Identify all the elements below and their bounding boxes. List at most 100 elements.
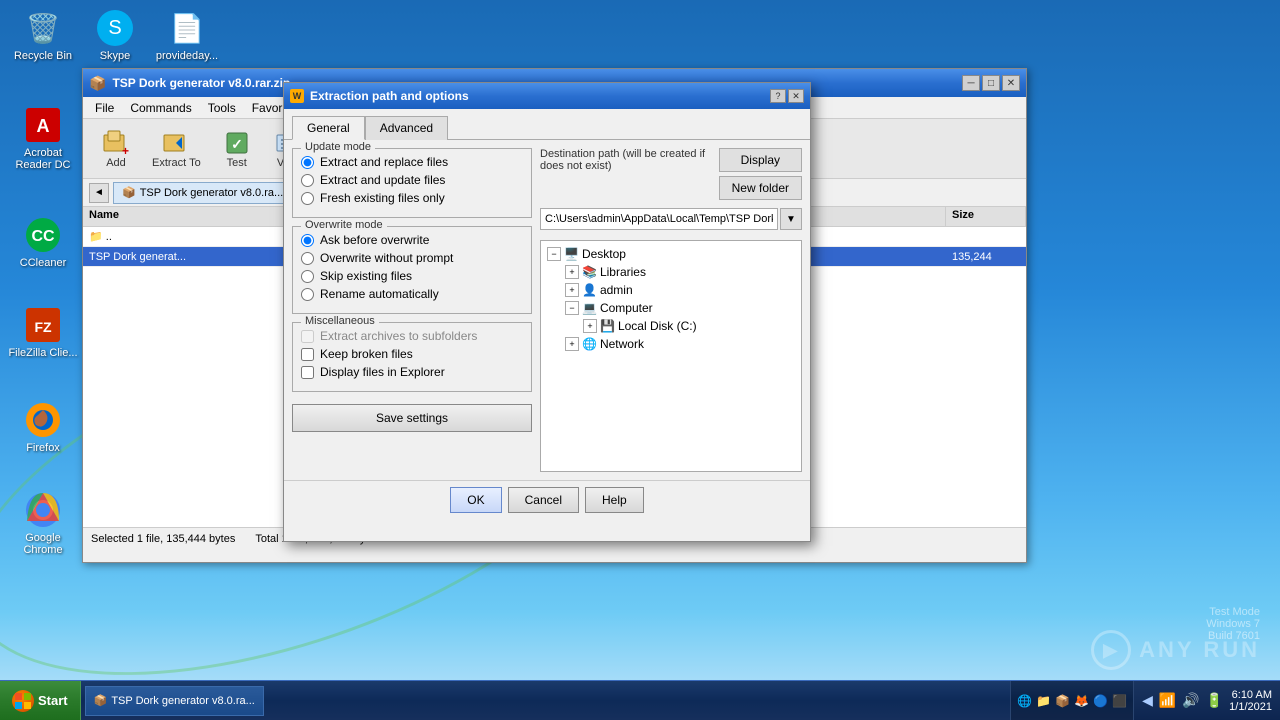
dialog-titlebar: W Extraction path and options ? ✕: [284, 83, 810, 109]
radio-skip-existing[interactable]: Skip existing files: [301, 269, 523, 283]
winrar-restore-button[interactable]: □: [982, 75, 1000, 91]
tree-item-network[interactable]: + 🌐 Network: [563, 335, 797, 353]
tray-battery-icon[interactable]: 🔋: [1206, 692, 1223, 709]
taskbar-cmd-icon[interactable]: ⬛: [1112, 694, 1127, 708]
tree-item-libraries[interactable]: + 📚 Libraries: [563, 263, 797, 281]
desktop-icon-provider[interactable]: 📄 provideday...: [152, 8, 222, 62]
radio-ask-before-label: Ask before overwrite: [320, 233, 429, 247]
skype-icon: S: [95, 8, 135, 48]
radio-fresh-only[interactable]: Fresh existing files only: [301, 191, 523, 205]
admin-expand[interactable]: +: [565, 283, 579, 297]
desktop-icon-chrome[interactable]: Google Chrome: [8, 490, 78, 556]
local-disk-label: Local Disk (C:): [618, 319, 697, 333]
tab-advanced[interactable]: Advanced: [365, 116, 448, 140]
tree-item-computer[interactable]: − 💻 Computer: [563, 299, 797, 317]
radio-overwrite-no-prompt[interactable]: Overwrite without prompt: [301, 251, 523, 265]
checkbox-extract-subfolders[interactable]: Extract archives to subfolders: [301, 329, 523, 343]
tree-item-desktop[interactable]: − 🖥️ Desktop: [545, 245, 797, 263]
dialog-close-button[interactable]: ✕: [788, 89, 804, 103]
toolbar-add-button[interactable]: + Add: [91, 124, 141, 174]
chrome-icon: [23, 490, 63, 530]
radio-ask-before[interactable]: Ask before overwrite: [301, 233, 523, 247]
checkbox-keep-broken-input[interactable]: [301, 348, 314, 361]
checkbox-display-explorer-input[interactable]: [301, 366, 314, 379]
desktop-icon-ccleaner[interactable]: CC CCleaner: [8, 215, 78, 269]
taskbar-ie-icon[interactable]: 🌐: [1017, 694, 1032, 708]
winrar-minimize-button[interactable]: ─: [962, 75, 980, 91]
taskbar-app-winrar[interactable]: 📦 TSP Dork generator v8.0.ra...: [85, 686, 264, 716]
radio-extract-replace[interactable]: Extract and replace files: [301, 155, 523, 169]
local-disk-expand[interactable]: +: [583, 319, 597, 333]
menu-commands[interactable]: Commands: [122, 99, 199, 117]
radio-rename-auto[interactable]: Rename automatically: [301, 287, 523, 301]
radio-skip-existing-input[interactable]: [301, 270, 314, 283]
radio-overwrite-no-prompt-label: Overwrite without prompt: [320, 251, 453, 265]
help-button[interactable]: Help: [585, 487, 644, 513]
checkbox-keep-broken[interactable]: Keep broken files: [301, 347, 523, 361]
admin-label: admin: [600, 283, 633, 297]
menu-file[interactable]: File: [87, 99, 122, 117]
radio-extract-replace-input[interactable]: [301, 156, 314, 169]
radio-extract-update-input[interactable]: [301, 174, 314, 187]
desktop-children: + 📚 Libraries + 👤 admin −: [545, 263, 797, 353]
taskbar-ie2-icon[interactable]: 🔵: [1093, 694, 1108, 708]
toolbar-extract-button[interactable]: Extract To: [143, 124, 210, 174]
radio-skip-existing-label: Skip existing files: [320, 269, 412, 283]
tree-item-local-disk[interactable]: + 💾 Local Disk (C:): [581, 317, 797, 335]
tab-general[interactable]: General: [292, 116, 365, 140]
taskbar-winrar-icon[interactable]: 📦: [1055, 694, 1070, 708]
tray-volume-icon[interactable]: 🔊: [1182, 692, 1199, 709]
radio-ask-before-input[interactable]: [301, 234, 314, 247]
radio-rename-auto-input[interactable]: [301, 288, 314, 301]
desktop-icon-acrobat[interactable]: A Acrobat Reader DC: [8, 105, 78, 171]
desktop: 🗑️ Recycle Bin S Skype 📄 provideday... A…: [0, 0, 1280, 720]
save-settings-button[interactable]: Save settings: [292, 404, 532, 432]
desktop-icon-filezilla[interactable]: FZ FileZilla Clie...: [8, 305, 78, 359]
folder-up-icon: 📁: [89, 231, 103, 243]
miscellaneous-group: Miscellaneous Extract archives to subfol…: [292, 322, 532, 392]
computer-expand[interactable]: −: [565, 301, 579, 315]
radio-fresh-only-input[interactable]: [301, 192, 314, 205]
checkbox-extract-subfolders-input[interactable]: [301, 330, 314, 343]
desktop-icon-firefox[interactable]: Firefox: [8, 400, 78, 454]
local-disk-icon: 💾: [600, 319, 615, 333]
add-icon: +: [102, 129, 130, 157]
recycle-bin-icon: 🗑️: [23, 8, 63, 48]
checkbox-display-explorer[interactable]: Display files in Explorer: [301, 365, 523, 379]
desktop-icon-recycle-bin[interactable]: 🗑️ Recycle Bin: [8, 8, 78, 62]
dest-path-dropdown[interactable]: ▼: [780, 208, 802, 230]
cancel-button[interactable]: Cancel: [508, 487, 579, 513]
libraries-expand[interactable]: +: [565, 265, 579, 279]
tray-arrow-icon[interactable]: ◀: [1142, 692, 1153, 709]
taskbar-explorer-icon[interactable]: 📁: [1036, 694, 1051, 708]
add-button-label: Add: [106, 157, 126, 169]
display-button[interactable]: Display: [719, 148, 802, 172]
new-folder-button[interactable]: New folder: [719, 176, 802, 200]
desktop-expand[interactable]: −: [547, 247, 561, 261]
update-mode-group: Update mode Extract and replace files Ex…: [292, 148, 532, 218]
ok-button[interactable]: OK: [450, 487, 501, 513]
folder-tree: − 🖥️ Desktop + 📚 Libraries +: [540, 240, 802, 472]
provider-icon: 📄: [167, 8, 207, 48]
menu-tools[interactable]: Tools: [200, 99, 244, 117]
winrar-close-button[interactable]: ✕: [1002, 75, 1020, 91]
network-expand[interactable]: +: [565, 337, 579, 351]
build-line: Build 7601: [1206, 630, 1260, 642]
windows-orb-icon: [12, 690, 34, 712]
anyrun-mode: Test Mode Windows 7 Build 7601: [1206, 606, 1260, 642]
tray-network-icon[interactable]: 📶: [1159, 692, 1176, 709]
toolbar-test-button[interactable]: ✓ Test: [212, 124, 262, 174]
libraries-label: Libraries: [600, 265, 646, 279]
address-tab: 📦 TSP Dork generator v8.0.ra...: [113, 182, 292, 204]
destination-path-input[interactable]: [540, 208, 778, 230]
start-button[interactable]: Start: [0, 681, 81, 720]
radio-overwrite-no-prompt-input[interactable]: [301, 252, 314, 265]
status-left: Selected 1 file, 135,444 bytes: [91, 533, 235, 545]
network-label: Network: [600, 337, 644, 351]
dialog-help-button[interactable]: ?: [770, 89, 786, 103]
desktop-icon-skype[interactable]: S Skype: [80, 8, 150, 62]
radio-extract-update[interactable]: Extract and update files: [301, 173, 523, 187]
tree-item-admin[interactable]: + 👤 admin: [563, 281, 797, 299]
taskbar-firefox-icon[interactable]: 🦊: [1074, 694, 1089, 708]
nav-back-button[interactable]: ◄: [89, 183, 109, 203]
